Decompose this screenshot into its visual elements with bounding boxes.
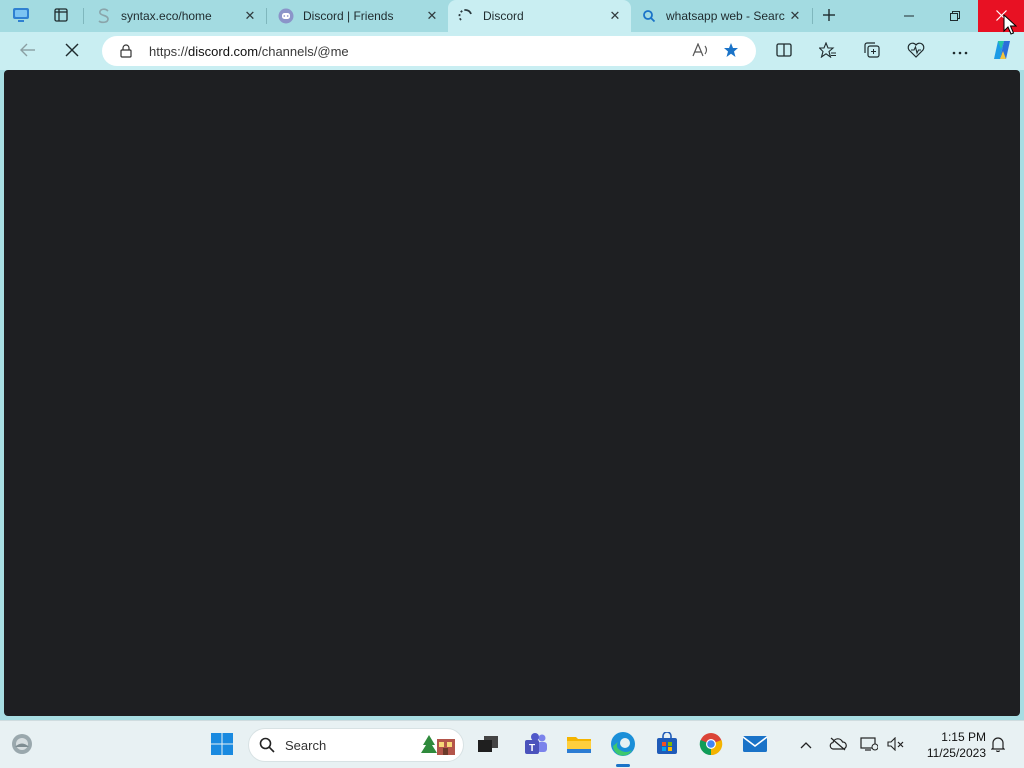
tab-separator (266, 8, 267, 24)
discord-page-loading-area (4, 70, 1020, 716)
weather-icon (10, 732, 34, 759)
edge-icon (610, 731, 636, 760)
more-options-button[interactable] (944, 35, 976, 67)
taskbar-clock[interactable]: 1:15 PM 11/25/2023 (916, 729, 986, 761)
weather-widget-button[interactable] (6, 729, 38, 761)
restore-button[interactable] (932, 0, 978, 32)
url-path: /channels/@me (258, 43, 349, 59)
close-window-button[interactable] (978, 0, 1024, 32)
url-text[interactable]: https://discord.com/channels/@me (149, 44, 686, 59)
clock-time: 1:15 PM (941, 730, 986, 744)
syntax-s-icon (96, 8, 112, 24)
tab-discord-friends[interactable]: Discord | Friends ✕ (268, 0, 448, 32)
svg-text:T: T (529, 743, 535, 754)
mail-button[interactable] (739, 729, 771, 761)
lock-icon[interactable] (118, 43, 134, 59)
minimize-button[interactable] (886, 0, 932, 32)
tab-title: whatsapp web - Searc (666, 9, 785, 23)
task-view-icon (477, 734, 499, 757)
store-button[interactable] (651, 729, 683, 761)
close-tab-icon[interactable]: ✕ (607, 8, 623, 24)
favorite-button[interactable] (716, 36, 746, 66)
split-screen-icon (776, 42, 792, 60)
favorite-star-icon (723, 42, 739, 61)
browser-toolbar: https://discord.com/channels/@me (0, 32, 1024, 70)
task-view-button[interactable] (472, 729, 504, 761)
teams-button[interactable]: T (520, 729, 552, 761)
file-explorer-icon (566, 733, 592, 758)
discord-icon (278, 8, 294, 24)
browser-tab-bar: syntax.eco/home ✕ Discord | Friends ✕ Di… (0, 0, 1024, 32)
close-tab-icon[interactable]: ✕ (242, 8, 258, 24)
back-button[interactable] (12, 35, 44, 67)
collections-button[interactable] (856, 35, 888, 67)
search-icon (641, 8, 657, 24)
network-button[interactable] (855, 729, 883, 761)
edge-button[interactable] (607, 729, 639, 761)
mail-icon (742, 734, 768, 757)
show-hidden-icons-button[interactable] (792, 729, 820, 761)
browser-essentials-icon (907, 42, 925, 61)
tab-actions-icon (54, 7, 68, 25)
workspaces-icon (12, 7, 30, 26)
tab-title: Discord (483, 9, 524, 23)
vertical-tabs-button[interactable] (40, 0, 82, 32)
start-button[interactable] (206, 729, 238, 761)
start-icon (210, 732, 234, 759)
chrome-icon (699, 732, 723, 759)
url-prefix: https:// (149, 43, 189, 59)
plus-icon (822, 8, 836, 25)
read-aloud-icon (692, 41, 710, 60)
tab-whatsapp-search[interactable]: whatsapp web - Searc ✕ (631, 0, 811, 32)
split-screen-button[interactable] (768, 35, 800, 67)
active-app-indicator (616, 764, 630, 767)
copilot-icon (991, 39, 1013, 64)
file-explorer-button[interactable] (563, 729, 595, 761)
new-tab-button[interactable] (810, 0, 848, 32)
loading-spinner-icon (458, 8, 474, 24)
volume-button[interactable] (882, 729, 910, 761)
stop-loading-button[interactable] (56, 35, 88, 67)
collections-icon (864, 41, 880, 61)
restore-icon (950, 8, 960, 24)
url-domain: discord.com (188, 43, 259, 59)
tab-discord-active[interactable]: Discord ✕ (448, 0, 631, 32)
notifications-button[interactable] (984, 729, 1012, 761)
notification-bell-icon (990, 736, 1006, 755)
workspaces-button[interactable] (0, 0, 42, 32)
browser-essentials-button[interactable] (900, 35, 932, 67)
volume-muted-icon (887, 736, 905, 754)
tab-title: Discord | Friends (303, 9, 394, 23)
network-icon (860, 736, 879, 754)
close-tab-icon[interactable]: ✕ (787, 8, 803, 24)
stop-loading-icon (65, 43, 79, 60)
tab-title: syntax.eco/home (121, 9, 212, 23)
search-icon (259, 737, 275, 753)
clock-date: 11/25/2023 (926, 746, 986, 760)
copilot-button[interactable] (986, 35, 1018, 67)
read-aloud-button[interactable] (686, 36, 716, 66)
onedrive-icon (829, 737, 847, 754)
tab-syntax-eco[interactable]: syntax.eco/home ✕ (86, 0, 266, 32)
back-arrow-icon (20, 43, 36, 60)
onedrive-button[interactable] (824, 729, 852, 761)
store-icon (655, 730, 679, 759)
tab-separator (83, 8, 84, 24)
favorites-button[interactable] (812, 35, 844, 67)
search-highlight-icon (421, 733, 457, 757)
chrome-button[interactable] (695, 729, 727, 761)
favorites-icon (818, 41, 837, 61)
mouse-pointer-icon (1003, 13, 1018, 36)
chevron-up-icon (800, 738, 812, 752)
taskbar-search-box[interactable]: Search (248, 728, 464, 762)
search-label: Search (285, 737, 327, 753)
close-tab-icon[interactable]: ✕ (424, 8, 440, 24)
minimize-icon (904, 8, 914, 24)
windows-taskbar: Search T 1:15 PM 11/25/2023 (0, 720, 1024, 768)
teams-icon: T (523, 732, 549, 759)
address-bar[interactable]: https://discord.com/channels/@me (102, 36, 756, 66)
more-options-icon (952, 44, 968, 58)
